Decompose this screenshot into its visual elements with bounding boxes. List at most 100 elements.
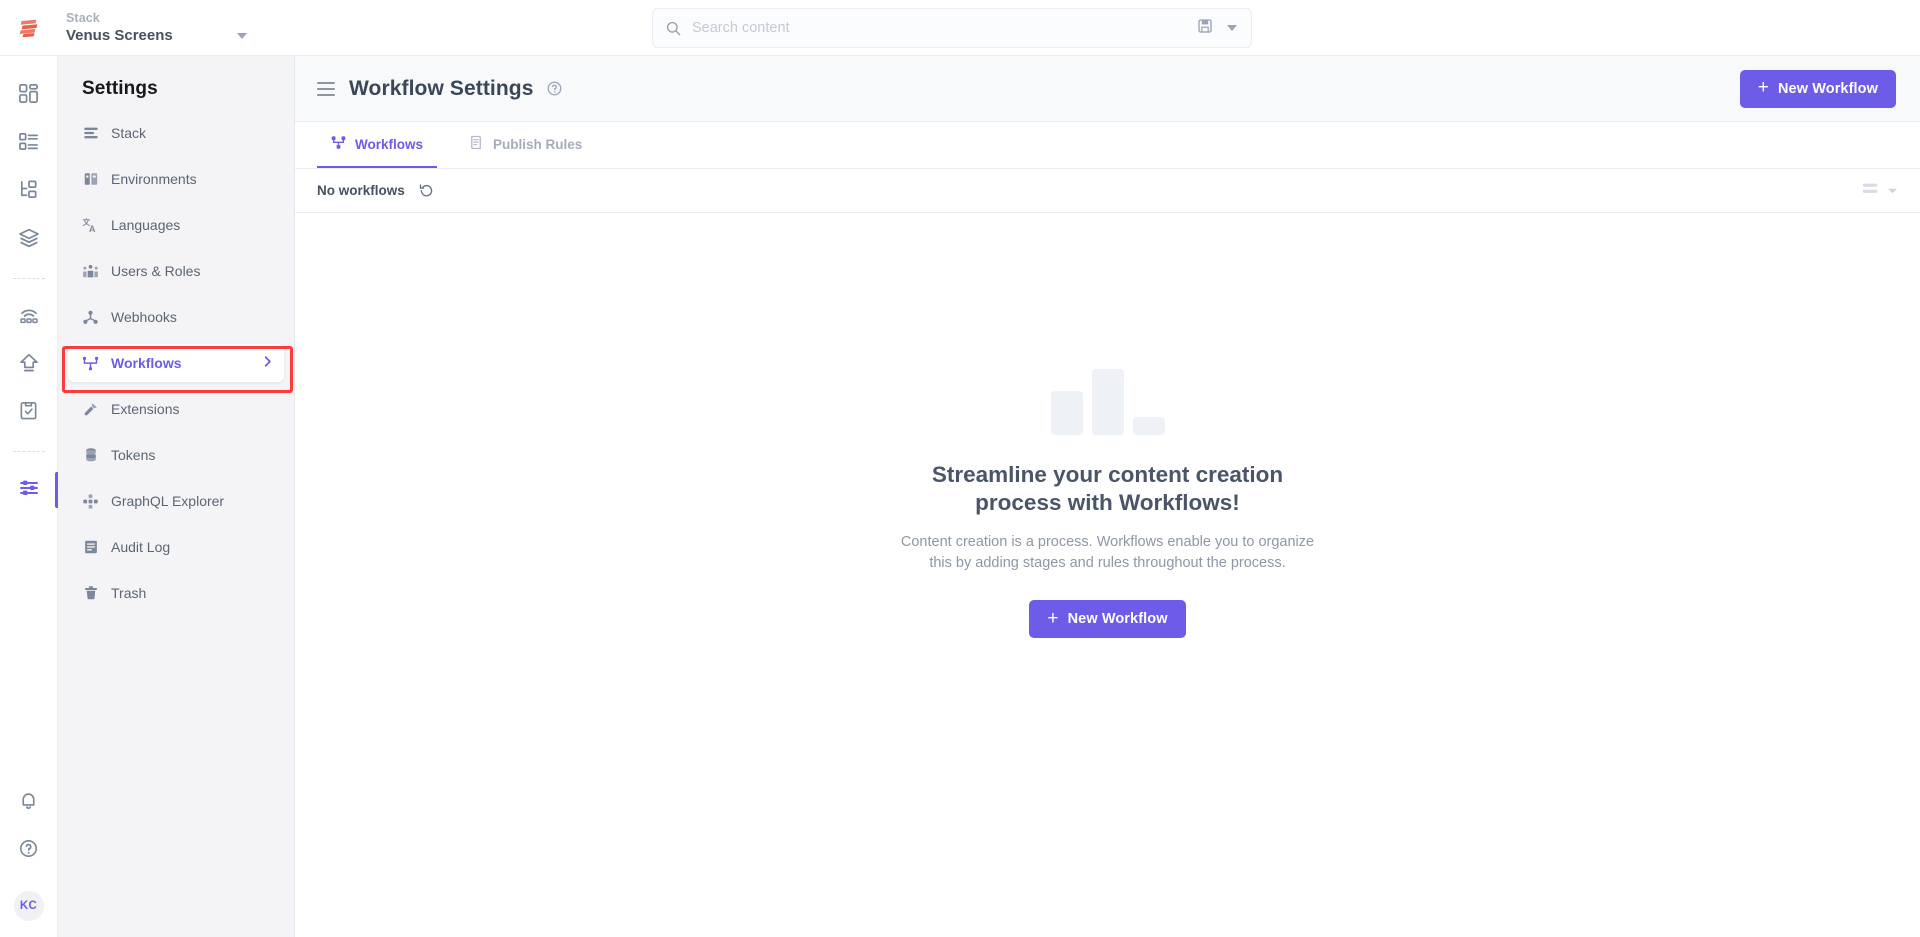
sidebar-item-tokens[interactable]: Tokens (68, 436, 284, 474)
tokens-icon (82, 447, 99, 464)
workflows-tab-icon (331, 135, 346, 153)
tab-label: Workflows (355, 136, 424, 152)
chevron-down-icon[interactable] (236, 32, 247, 39)
empty-state: Streamline your content creation process… (295, 213, 1920, 937)
sidebar-title: Settings (82, 78, 158, 99)
save-disk-icon[interactable] (1197, 18, 1213, 39)
rail-item-tasks[interactable] (0, 389, 58, 437)
webhooks-icon (82, 309, 99, 326)
sidebar-item-workflows[interactable]: Workflows (68, 344, 284, 382)
view-toggle[interactable] (1862, 182, 1898, 200)
chevron-down-icon[interactable] (1227, 25, 1237, 31)
rail-item-notifications[interactable] (0, 779, 58, 827)
new-workflow-button-label: New Workflow (1777, 80, 1878, 97)
rail-item-help[interactable] (0, 827, 58, 875)
body-row: KC Settings Stack Environments 文 A Langu… (0, 56, 1920, 937)
graphql-explorer-icon (82, 493, 99, 510)
rail-divider (12, 451, 45, 452)
rail-item-assets[interactable] (0, 216, 58, 264)
illustration-bar (1132, 417, 1165, 435)
illustration-bar (1050, 391, 1083, 435)
tab-label: Publish Rules (493, 136, 583, 152)
sidebar-item-languages[interactable]: 文 A Languages (68, 206, 284, 244)
sidebar-item-label: Environments (111, 171, 197, 187)
stack-name: Venus Screens (66, 26, 173, 44)
workflow-count-label: No workflows (317, 183, 405, 198)
sidebar-item-label: Languages (111, 217, 181, 233)
new-workflow-button[interactable]: + New Workflow (1739, 69, 1896, 108)
top-bar: Stack Venus Screens (0, 0, 1920, 56)
tabs-row: Workflows Publish Rules (295, 122, 1920, 169)
publish-rules-tab-icon (469, 135, 484, 153)
audit-log-icon (82, 539, 99, 556)
extensions-icon (82, 401, 99, 418)
content-types-icon (18, 179, 39, 205)
empty-state-title: Streamline your content creation process… (931, 462, 1284, 515)
page-title: Workflow Settings (349, 76, 534, 100)
assets-icon (18, 227, 40, 254)
settings-nav-list: Stack Environments 文 A Languages Users &… (58, 114, 294, 620)
plus-icon: + (1047, 607, 1059, 629)
primary-icon-rail: KC (0, 56, 58, 937)
list-toolbar: No workflows (295, 169, 1920, 213)
sidebar-item-stack[interactable]: Stack (68, 114, 284, 152)
main-content: Workflow Settings + New Workflow Workflo… (295, 56, 1920, 937)
sidebar-item-label: Webhooks (111, 309, 177, 325)
entries-icon (18, 131, 39, 157)
dashboard-icon (18, 83, 39, 109)
sidebar-item-users-roles[interactable]: Users & Roles (68, 252, 284, 290)
rail-item-content-types[interactable] (0, 168, 58, 216)
rail-divider (12, 278, 45, 279)
empty-state-description: Content creation is a process. Workflows… (900, 534, 1315, 571)
trash-icon (82, 585, 99, 602)
sidebar-item-extensions[interactable]: Extensions (68, 390, 284, 428)
bell-icon (18, 790, 39, 816)
tasks-icon (18, 400, 39, 426)
stack-icon (82, 125, 99, 142)
rail-item-entries[interactable] (0, 120, 58, 168)
sidebar-item-label: Tokens (111, 447, 156, 463)
sidebar-item-label: Trash (111, 585, 147, 601)
sidebar-item-audit-log[interactable]: Audit Log (68, 528, 284, 566)
rail-item-releases[interactable] (0, 341, 58, 389)
search-icon (665, 20, 682, 37)
rail-item-settings[interactable] (0, 466, 58, 514)
tab-workflows[interactable]: Workflows (317, 122, 438, 168)
chevron-down-icon (1887, 182, 1898, 200)
avatar[interactable]: KC (13, 891, 44, 921)
releases-icon (18, 352, 40, 379)
brand-area (0, 0, 58, 56)
plus-icon: + (1757, 77, 1769, 98)
sidebar-item-webhooks[interactable]: Webhooks (68, 298, 284, 336)
stack-switcher-label: Stack (66, 10, 100, 25)
list-view-icon (1862, 182, 1880, 200)
tab-publish-rules[interactable]: Publish Rules (455, 122, 596, 168)
help-circle-icon (18, 838, 39, 864)
empty-state-new-workflow-button[interactable]: + New Workflow (1029, 600, 1186, 638)
sidebar-item-graphql-explorer[interactable]: GraphQL Explorer (68, 482, 284, 520)
sidebar-item-label: Audit Log (111, 539, 171, 555)
workflows-icon (82, 355, 99, 372)
hamburger-icon[interactable] (317, 81, 335, 96)
settings-icon (18, 477, 40, 504)
contentstack-logo-icon[interactable] (16, 15, 42, 41)
refresh-icon[interactable] (419, 183, 434, 198)
page-header: Workflow Settings + New Workflow (295, 56, 1920, 122)
sidebar-item-label: Users & Roles (111, 263, 201, 279)
help-circle-icon[interactable] (546, 80, 563, 97)
sidebar-item-label: Stack (111, 125, 147, 141)
sidebar-item-trash[interactable]: Trash (68, 574, 284, 612)
rail-item-live-preview[interactable] (0, 293, 58, 341)
search-actions (1197, 18, 1239, 39)
environments-icon (82, 171, 99, 188)
stack-switcher[interactable]: Stack Venus Screens (66, 0, 266, 56)
empty-state-cta-label: New Workflow (1067, 611, 1168, 627)
rail-item-dashboard[interactable] (0, 72, 58, 120)
sidebar-item-label: Extensions (111, 401, 180, 417)
search-input[interactable] (692, 20, 1187, 36)
svg-text:A: A (89, 224, 96, 234)
settings-sidebar: Settings Stack Environments 文 A Language… (58, 56, 295, 937)
global-search[interactable] (652, 8, 1252, 48)
app-root: Stack Venus Screens Search content KC Se… (0, 0, 1920, 937)
sidebar-item-environments[interactable]: Environments (68, 160, 284, 198)
